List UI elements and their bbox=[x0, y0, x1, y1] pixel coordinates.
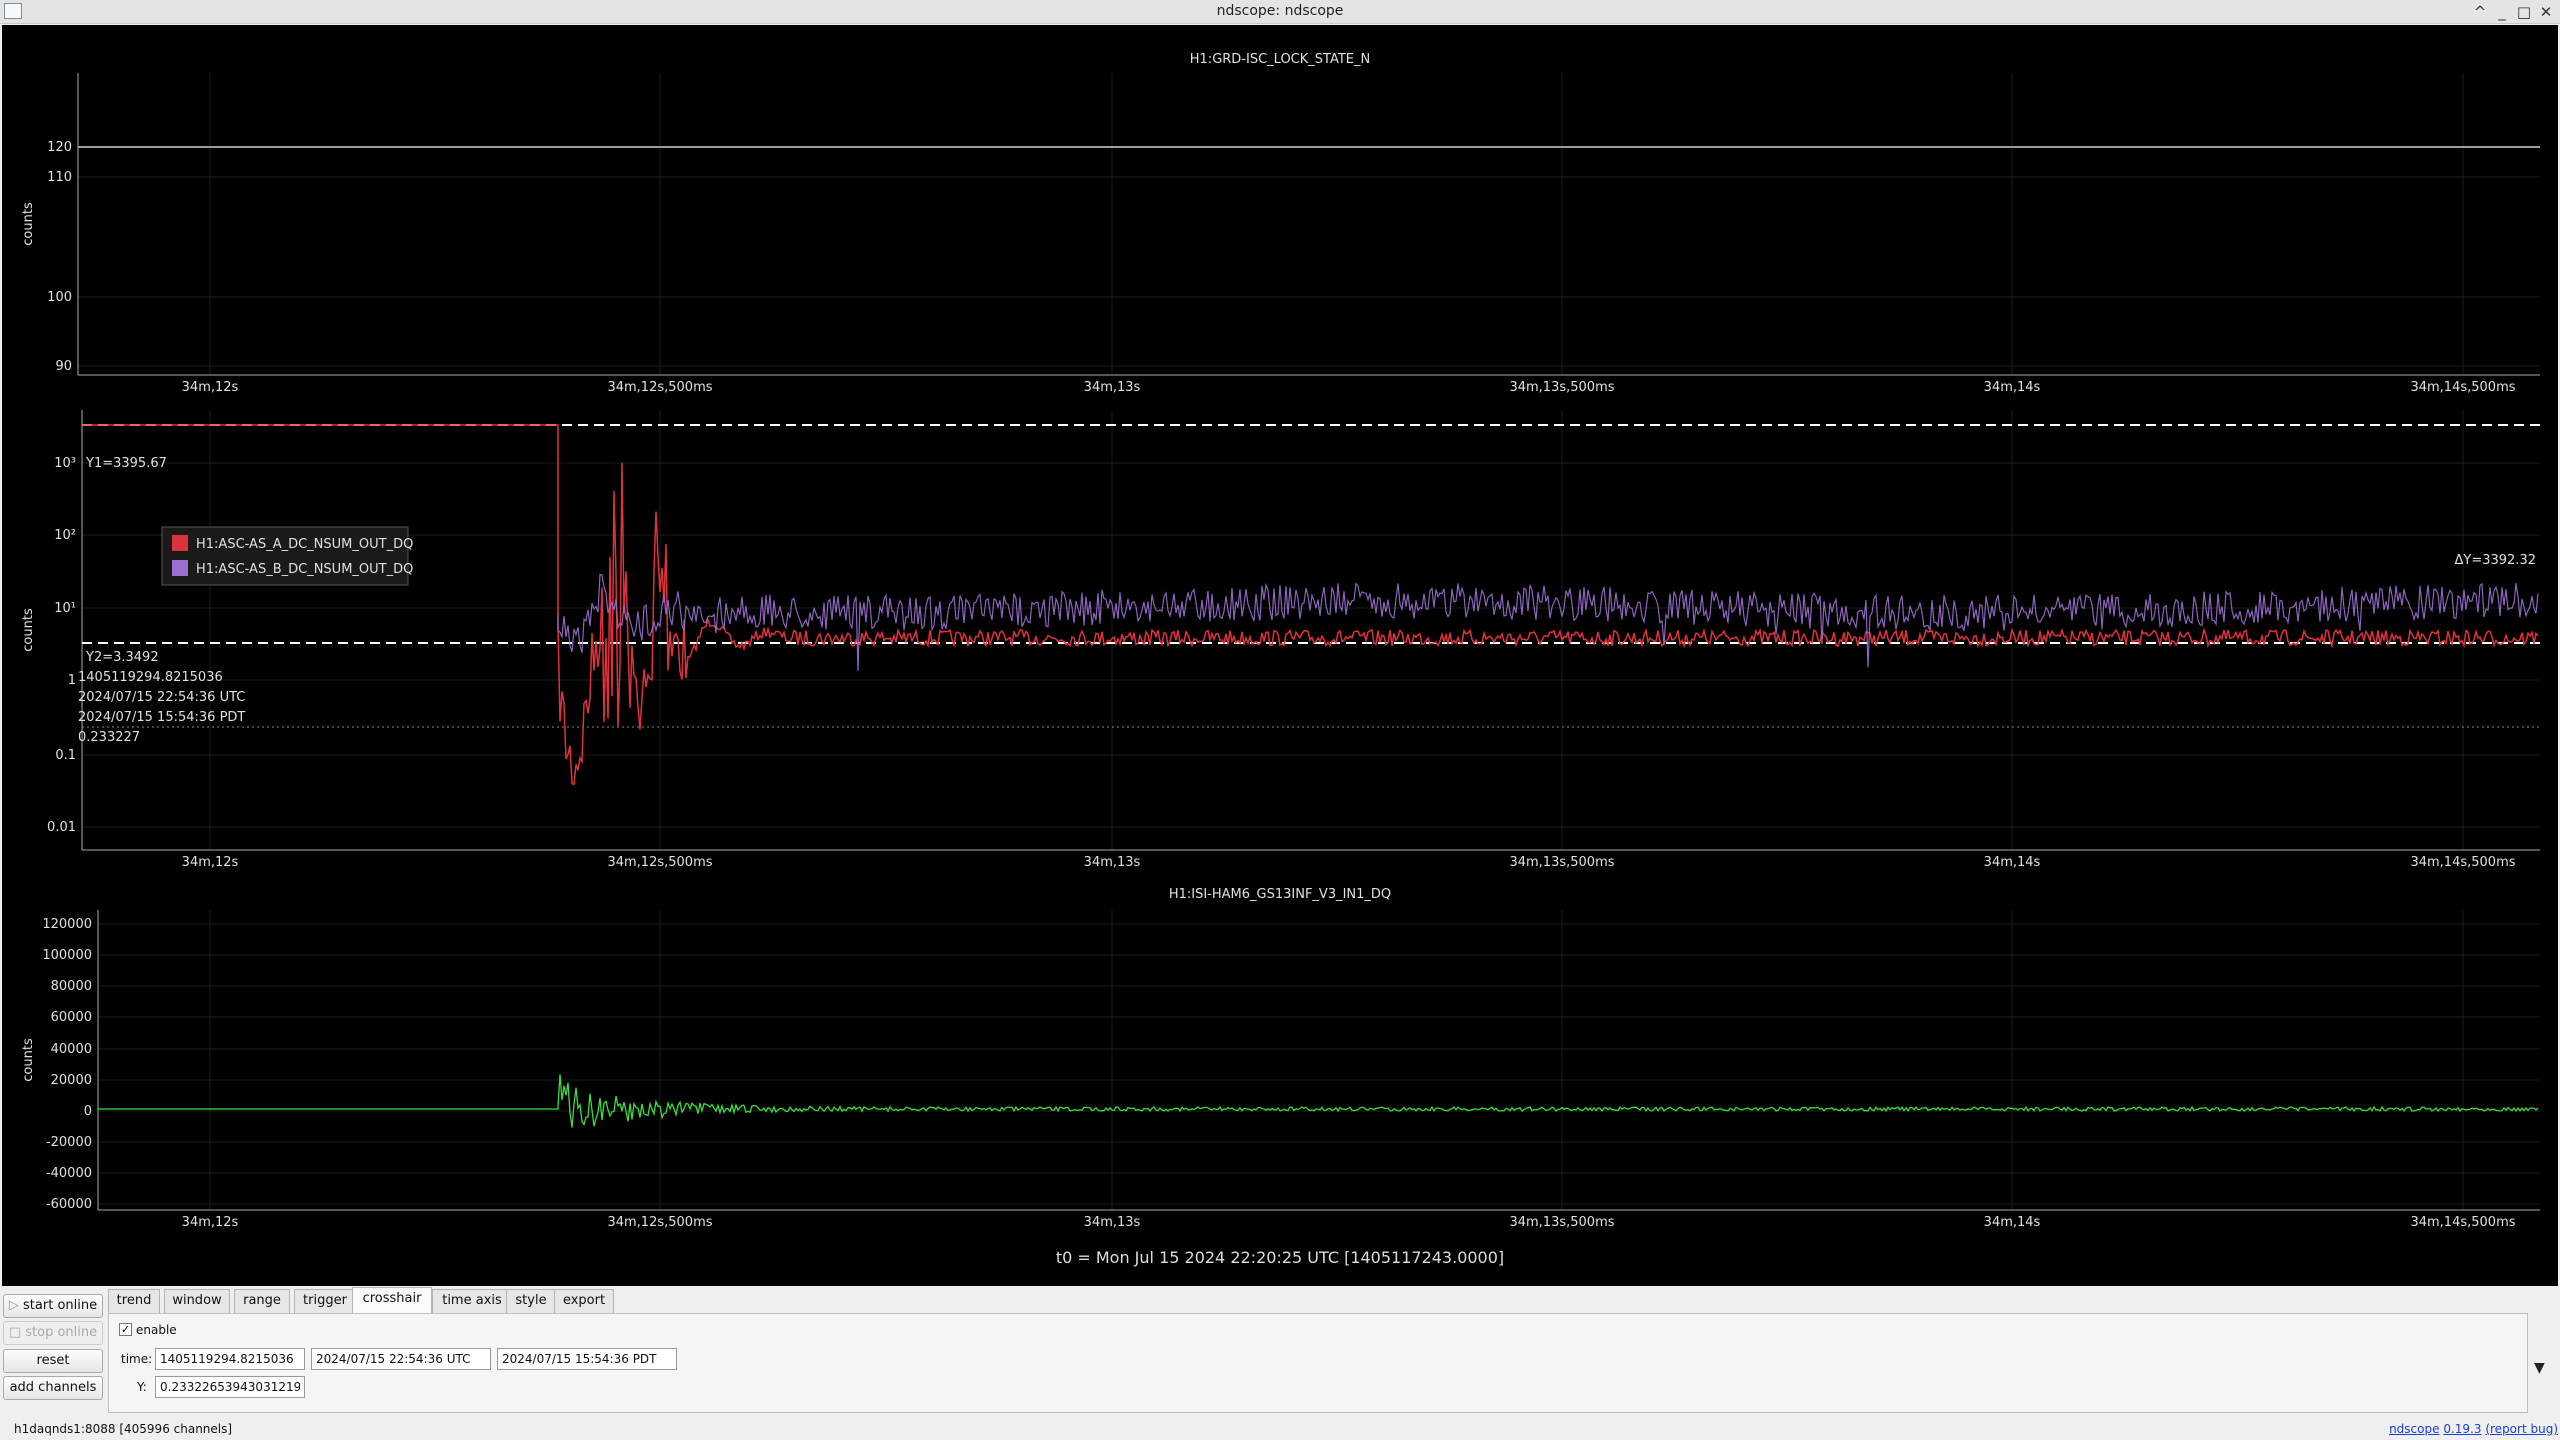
window-shade-button[interactable]: ^ bbox=[2470, 2, 2490, 22]
asc-nsum-ytick: 10³ bbox=[54, 456, 76, 471]
y-value-field[interactable] bbox=[155, 1376, 305, 1398]
asc-nsum-ytick: 1 bbox=[68, 673, 76, 688]
status-bar: h1daqnds1:8088 [405996 channels] ndscope… bbox=[0, 1418, 2560, 1440]
lock-state-ytick: 110 bbox=[47, 170, 72, 185]
enable-label: enable bbox=[136, 1323, 177, 1337]
isi-ham6-ytick: -60000 bbox=[46, 1197, 92, 1212]
play-icon: ▷ bbox=[8, 1298, 24, 1313]
window-minimize-button[interactable]: _ bbox=[2492, 2, 2512, 22]
legend-entry-label: H1:ASC-AS_A_DC_NSUM_OUT_DQ bbox=[196, 537, 413, 552]
isi-ham6-xtick: 34m,14s bbox=[1984, 1215, 2041, 1230]
legend-swatch bbox=[172, 535, 188, 551]
lock-state-ytick: 90 bbox=[55, 359, 72, 374]
start-online-label: start online bbox=[23, 1298, 98, 1313]
tab-trend[interactable]: trend bbox=[108, 1289, 160, 1313]
isi-ham6-xtick: 34m,12s bbox=[182, 1215, 239, 1230]
control-panel: ▷ start online □ stop online reset add c… bbox=[0, 1287, 2560, 1417]
ndscope-link[interactable]: ndscope bbox=[2389, 1422, 2439, 1436]
reset-button[interactable]: reset bbox=[3, 1349, 103, 1373]
asc-b-trace bbox=[557, 573, 2539, 672]
lock-state-xtick: 34m,12s bbox=[182, 380, 239, 395]
asc-nsum-xtick: 34m,13s bbox=[1084, 855, 1141, 870]
y1-label: Y1=3395.67 bbox=[85, 456, 167, 471]
window-titlebar: ndscope: ndscope ^ _ □ ✕ bbox=[0, 0, 2560, 24]
lock-state-xtick: 34m,13s,500ms bbox=[1509, 380, 1614, 395]
asc-nsum-xtick: 34m,14s,500ms bbox=[2410, 855, 2515, 870]
plots-canvas[interactable]: H1:GRD-ISC_LOCK_STATE_Ncounts 120 110 100 90… bbox=[2, 25, 2558, 1286]
stop-online-label: stop online bbox=[25, 1325, 98, 1340]
crosshair-panel: ✓ enable time: Y: bbox=[108, 1313, 2528, 1413]
start-online-button[interactable]: ▷ start online bbox=[3, 1294, 103, 1318]
isi-ham6-ytick: 120000 bbox=[42, 917, 92, 932]
enable-checkbox[interactable]: ✓ bbox=[119, 1323, 132, 1336]
asc-nsum-ytick: 10¹ bbox=[54, 601, 76, 616]
isi-ham6-ylabel: counts bbox=[21, 1038, 36, 1082]
asc-nsum-ytick: 10² bbox=[54, 528, 76, 543]
asc-nsum-xtick: 34m,12s bbox=[182, 855, 239, 870]
time-gps-field[interactable] bbox=[155, 1348, 305, 1370]
isi-ham6-ytick: 100000 bbox=[42, 948, 92, 963]
cursor-readout-line: 1405119294.8215036 bbox=[78, 670, 223, 685]
lock-state-ytick: 120 bbox=[47, 140, 72, 155]
tab-crosshair[interactable]: crosshair bbox=[352, 1287, 432, 1313]
time-label: time: bbox=[121, 1352, 153, 1366]
isi-ham6-xtick: 34m,14s,500ms bbox=[2410, 1215, 2515, 1230]
plot-area[interactable]: H1:GRD-ISC_LOCK_STATE_Ncounts 120 110 100 90… bbox=[2, 25, 2558, 1286]
tab-time-axis[interactable]: time axis bbox=[432, 1289, 512, 1313]
add-channels-button[interactable]: add channels bbox=[3, 1376, 103, 1400]
y2-label: Y2=3.3492 bbox=[85, 650, 159, 665]
stop-icon: □ bbox=[8, 1325, 26, 1340]
cursor-readout-line: 2024/07/15 15:54:36 PDT bbox=[78, 710, 245, 725]
cursor-readout-line: 2024/07/15 22:54:36 UTC bbox=[78, 690, 245, 705]
lock-state-xtick: 34m,14s,500ms bbox=[2410, 380, 2515, 395]
tab-range[interactable]: range bbox=[234, 1289, 290, 1313]
isi-ham6-xtick: 34m,12s,500ms bbox=[607, 1215, 712, 1230]
asc-a-trace bbox=[82, 424, 2539, 786]
tab-window[interactable]: window bbox=[164, 1289, 230, 1313]
isi-ham6-ytick: 0 bbox=[84, 1104, 92, 1119]
version-link[interactable]: 0.19.3 bbox=[2443, 1422, 2481, 1436]
time-pdt-field[interactable] bbox=[497, 1348, 677, 1370]
isi-ham6-ytick: 80000 bbox=[51, 979, 92, 994]
time-utc-field[interactable] bbox=[311, 1348, 491, 1370]
legend-entry-label: H1:ASC-AS_B_DC_NSUM_OUT_DQ bbox=[196, 562, 413, 577]
asc-nsum-ytick: 0.1 bbox=[55, 748, 76, 763]
isi-ham6-ytick: -40000 bbox=[46, 1166, 92, 1181]
asc-nsum-xtick: 34m,13s,500ms bbox=[1509, 855, 1614, 870]
isi-ham6-ytick: -20000 bbox=[46, 1135, 92, 1150]
expand-panel-icon[interactable]: ▼ bbox=[2534, 1360, 2545, 1376]
server-status: h1daqnds1:8088 [405996 channels] bbox=[14, 1422, 233, 1436]
tab-style[interactable]: style bbox=[506, 1289, 556, 1313]
lock-state-ytick: 100 bbox=[47, 290, 72, 305]
report-bug-link[interactable]: (report bug) bbox=[2485, 1422, 2558, 1436]
window-close-button[interactable]: ✕ bbox=[2536, 2, 2556, 22]
delta-y-label: ΔY=3392.32 bbox=[2455, 553, 2537, 568]
tab-trigger[interactable]: trigger bbox=[294, 1289, 356, 1313]
lock-state-xtick: 34m,12s,500ms bbox=[607, 380, 712, 395]
lock-state-xtick: 34m,13s bbox=[1084, 380, 1141, 395]
asc-nsum-ytick: 0.01 bbox=[47, 820, 76, 835]
isi-trace bbox=[98, 1074, 2539, 1128]
asc-nsum-xtick: 34m,12s,500ms bbox=[607, 855, 712, 870]
lock-state-xtick: 34m,14s bbox=[1984, 380, 2041, 395]
isi-ham6-ytick: 20000 bbox=[51, 1073, 92, 1088]
y-label: Y: bbox=[137, 1380, 147, 1394]
isi-ham6-xtick: 34m,13s,500ms bbox=[1509, 1215, 1614, 1230]
asc-nsum-xtick: 34m,14s bbox=[1984, 855, 2041, 870]
isi-ham6-title: H1:ISI-HAM6_GS13INF_V3_IN1_DQ bbox=[1169, 887, 1391, 902]
cursor-readout-line: 0.233227 bbox=[78, 730, 140, 745]
isi-ham6-ytick: 40000 bbox=[51, 1042, 92, 1057]
asc-nsum-ylabel: counts bbox=[21, 608, 36, 652]
lock-state-ylabel: counts bbox=[21, 202, 36, 246]
legend-swatch bbox=[172, 560, 188, 576]
version-info: ndscope 0.19.3 (report bug) bbox=[2389, 1422, 2558, 1436]
isi-ham6-xtick: 34m,13s bbox=[1084, 1215, 1141, 1230]
tab-export[interactable]: export bbox=[554, 1289, 614, 1313]
t0-label: t0 = Mon Jul 15 2024 22:20:25 UTC [14051… bbox=[1055, 1248, 1505, 1267]
isi-ham6-ytick: 60000 bbox=[51, 1010, 92, 1025]
window-maximize-button[interactable]: □ bbox=[2514, 2, 2534, 22]
window-title: ndscope: ndscope bbox=[1216, 3, 1344, 19]
lock-state-title: H1:GRD-ISC_LOCK_STATE_N bbox=[1190, 52, 1370, 67]
stop-online-button[interactable]: □ stop online bbox=[3, 1321, 103, 1345]
